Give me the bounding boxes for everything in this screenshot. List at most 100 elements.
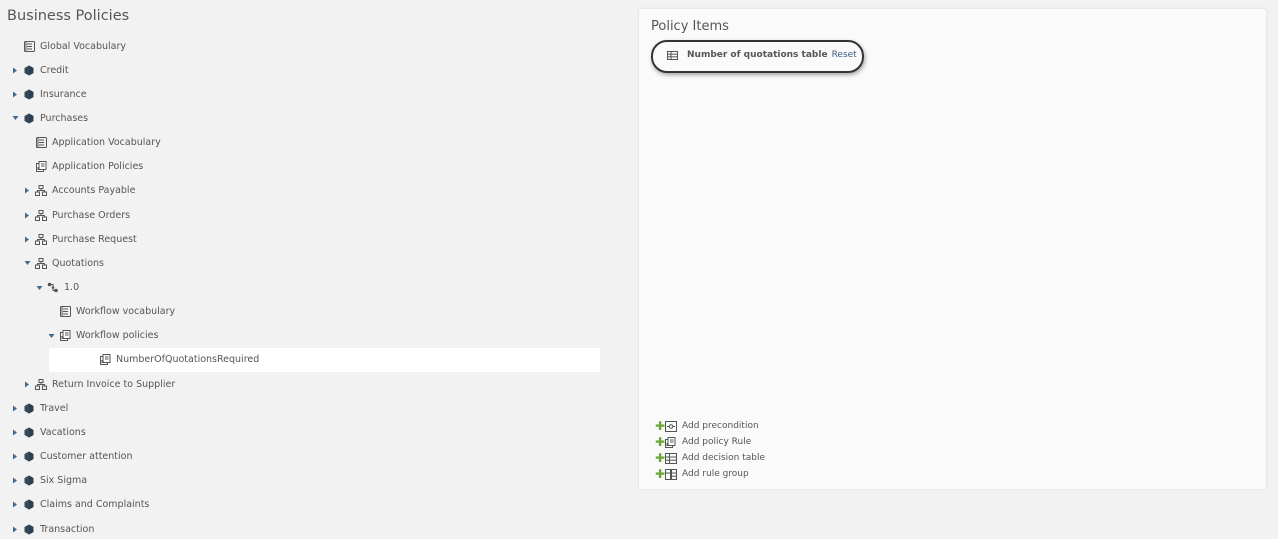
- tree-node[interactable]: Workflow policies: [0, 324, 638, 348]
- tree-node-content: Application Policies: [23, 161, 143, 173]
- add-action-add-policy-rule[interactable]: ✚ Add policy Rule: [655, 434, 765, 450]
- category-icon: [23, 475, 35, 487]
- category-icon: [23, 499, 35, 511]
- caret-down-icon[interactable]: [11, 114, 19, 122]
- plus-icon: ✚: [655, 467, 666, 481]
- panel-title: Policy Items: [651, 19, 729, 34]
- tree-node[interactable]: Six Sigma: [0, 469, 638, 493]
- caret-right-icon[interactable]: [11, 428, 19, 436]
- category-icon: [23, 112, 35, 124]
- process-icon: [35, 185, 47, 197]
- tree-node-label: Accounts Payable: [52, 185, 136, 197]
- tree-node-label: Global Vocabulary: [40, 40, 126, 52]
- caret-right-icon[interactable]: [11, 90, 19, 98]
- business-policies-tree: Business Policies Global Vocabulary Credi…: [0, 0, 638, 539]
- caret-right-icon[interactable]: [23, 211, 31, 219]
- action-label: Add policy Rule: [682, 437, 752, 447]
- tree-node[interactable]: Travel: [0, 396, 638, 420]
- policy-item-name[interactable]: Number of quotations table: [687, 50, 828, 60]
- tree-node[interactable]: Accounts Payable: [0, 179, 638, 203]
- reset-link[interactable]: Reset: [832, 50, 857, 60]
- tree-node-label: Vacations: [40, 426, 86, 438]
- caret-down-icon[interactable]: [23, 259, 31, 267]
- action-label: Add decision table: [682, 453, 766, 463]
- vocabulary-icon: [35, 137, 47, 149]
- tree-node[interactable]: NumberOfQuotationsRequired: [49, 347, 600, 372]
- tree-node[interactable]: Transaction: [0, 517, 638, 539]
- category-icon: [23, 523, 35, 535]
- tree-node[interactable]: Insurance: [0, 82, 638, 106]
- tree-node-content: Global Vocabulary: [11, 40, 126, 52]
- caret-right-icon[interactable]: [11, 66, 19, 74]
- tree-node-content: Workflow vocabulary: [47, 306, 175, 318]
- caret-down-icon[interactable]: [35, 284, 43, 292]
- tree-node[interactable]: Claims and Complaints: [0, 493, 638, 517]
- caret-spacer: [87, 356, 95, 364]
- tree-node-label: Workflow vocabulary: [76, 306, 176, 318]
- plus-icon: ✚: [655, 419, 666, 433]
- caret-right-icon[interactable]: [11, 453, 19, 461]
- tree-node-label: Purchase Orders: [52, 209, 131, 221]
- caret-right-icon[interactable]: [11, 525, 19, 533]
- tree-node-content: Six Sigma: [11, 475, 87, 487]
- add-action-add-precondition[interactable]: ✚ Add precondition: [655, 418, 765, 434]
- category-icon: [23, 88, 35, 100]
- tree-node[interactable]: Purchase Orders: [0, 203, 638, 227]
- tree-node[interactable]: Application Policies: [0, 155, 638, 179]
- caret-down-icon[interactable]: [47, 332, 55, 340]
- category-icon: [23, 402, 35, 414]
- app-root: Business Policies Global Vocabulary Credi…: [0, 0, 1278, 539]
- tree-node[interactable]: Customer attention: [0, 445, 638, 469]
- tree-node-content: Vacations: [11, 426, 86, 438]
- decision-table-icon: [666, 49, 678, 61]
- tree-node[interactable]: Credit: [0, 58, 638, 82]
- process-icon: [35, 209, 47, 221]
- tree-node[interactable]: Application Vocabulary: [0, 131, 638, 155]
- policy-item[interactable]: Number of quotations table Reset: [666, 49, 857, 61]
- tree-node-content: Quotations: [23, 257, 104, 269]
- tree-node-content: Transaction: [11, 523, 94, 535]
- tree-node-content: Purchase Orders: [23, 209, 130, 221]
- tree-node[interactable]: Purchases: [0, 106, 638, 130]
- precondition-icon: [665, 420, 677, 432]
- tree-node-content: NumberOfQuotationsRequired: [87, 354, 259, 366]
- tree-node[interactable]: Return Invoice to Supplier: [0, 372, 638, 396]
- policy-items-panel: Policy Items Number of quotations table …: [638, 8, 1267, 490]
- tree-node-content: Purchase Request: [23, 233, 137, 245]
- caret-right-icon[interactable]: [11, 501, 19, 509]
- tree-node-label: Customer attention: [40, 451, 133, 463]
- tree-node-label: Workflow policies: [76, 330, 159, 342]
- caret-spacer: [23, 163, 31, 171]
- tree-node-content: Credit: [11, 64, 69, 76]
- caret-right-icon[interactable]: [23, 380, 31, 388]
- process-icon: [35, 257, 47, 269]
- tree-node[interactable]: Quotations: [0, 251, 638, 275]
- tree-node-label: 1.0: [64, 282, 80, 293]
- category-icon: [23, 426, 35, 438]
- tree-node[interactable]: 1.0: [0, 276, 638, 300]
- tree-node-label: Quotations: [52, 257, 105, 269]
- tree-node[interactable]: Vacations: [0, 420, 638, 444]
- add-action-add-rule-group[interactable]: ✚ Add rule group: [655, 466, 765, 482]
- policies-icon: [35, 161, 47, 173]
- rule-group-icon: [665, 468, 677, 480]
- policy-rule-icon: [665, 436, 677, 448]
- tree-node[interactable]: Global Vocabulary: [0, 34, 638, 58]
- tree-node-content: Return Invoice to Supplier: [23, 378, 175, 390]
- caret-right-icon[interactable]: [23, 187, 31, 195]
- tree-node-content: Claims and Complaints: [11, 499, 149, 511]
- caret-right-icon[interactable]: [11, 404, 19, 412]
- caret-right-icon[interactable]: [23, 235, 31, 243]
- tree-node[interactable]: Workflow vocabulary: [0, 300, 638, 324]
- decision-table-icon: [665, 452, 677, 464]
- action-label: Add rule group: [682, 469, 749, 479]
- tree-node-content: Insurance: [11, 88, 87, 100]
- plus-icon: ✚: [655, 451, 666, 465]
- tree-node-label: NumberOfQuotationsRequired: [116, 354, 260, 366]
- process-icon: [35, 233, 47, 245]
- tree-node[interactable]: Purchase Request: [0, 227, 638, 251]
- tree-node-label: Purchases: [40, 112, 89, 124]
- policies-icon: [59, 330, 71, 342]
- caret-right-icon[interactable]: [11, 477, 19, 485]
- add-action-add-decision-table[interactable]: ✚ Add decision table: [655, 450, 765, 466]
